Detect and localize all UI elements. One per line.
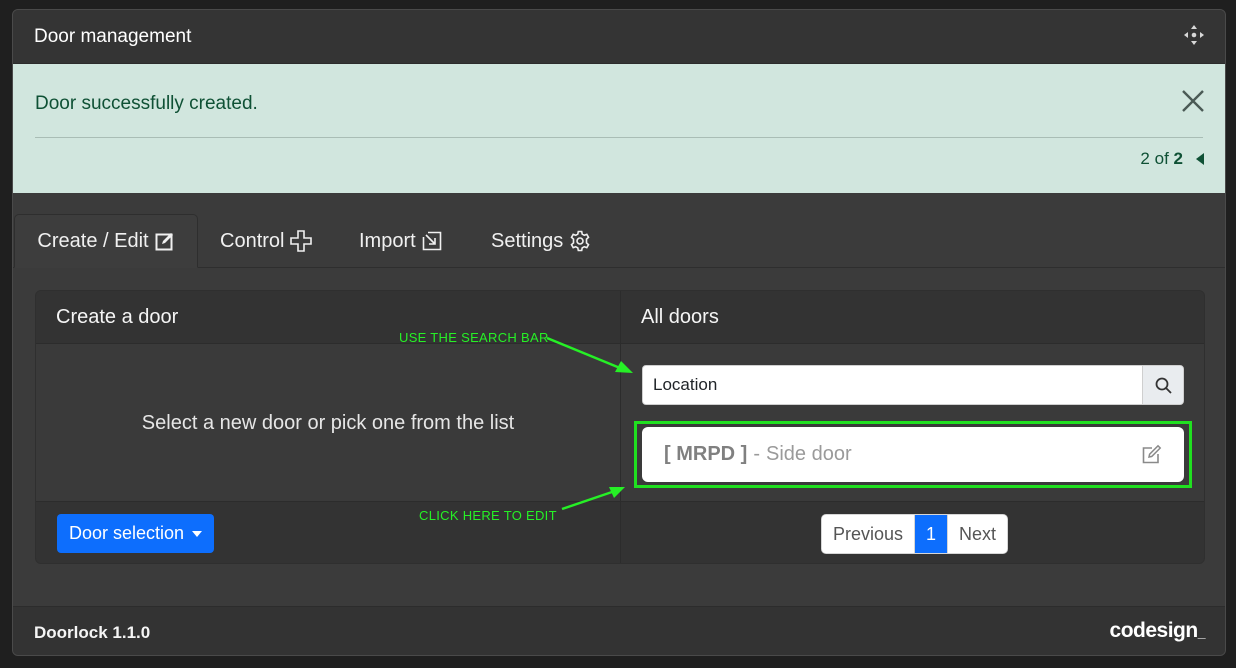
title-bar: Door management — [13, 10, 1225, 64]
control-pad-icon — [290, 230, 313, 252]
alert-divider — [35, 137, 1203, 138]
door-selection-button[interactable]: Door selection — [57, 514, 215, 553]
alert-message: Door successfully created. — [35, 93, 258, 114]
alert-pager: 2 of 2 — [1140, 149, 1183, 168]
all-doors-panel: All doors [ MRPD ] - Side door — [621, 291, 1204, 563]
tab-settings[interactable]: Settings — [491, 214, 591, 268]
edit-hint-annotation: CLICK HERE TO EDIT — [419, 508, 557, 523]
pagination-previous[interactable]: Previous — [822, 515, 915, 553]
brand-logo: codesign_ — [1109, 619, 1206, 642]
all-doors-footer: Previous 1 Next — [621, 501, 1204, 563]
tab-import[interactable]: Import — [359, 214, 442, 268]
door-code: [ MRPD ] — [664, 443, 748, 465]
search-input[interactable] — [643, 366, 1143, 404]
tab-bar: Create / Edit Control Import Settings — [13, 214, 1225, 268]
search-button[interactable] — [1142, 366, 1183, 404]
pagination-page-1[interactable]: 1 — [914, 515, 948, 553]
pagination-next[interactable]: Next — [947, 515, 1008, 553]
door-separator: - — [753, 443, 760, 465]
tab-control[interactable]: Control — [220, 214, 313, 268]
search-bar — [642, 365, 1184, 405]
import-icon — [422, 231, 441, 251]
version-label: Doorlock 1.1.0 — [34, 623, 151, 642]
app-window: Door management Door successfully create… — [12, 9, 1226, 656]
gear-icon — [570, 230, 590, 252]
all-doors-header: All doors — [621, 291, 1204, 344]
door-list-item[interactable]: [ MRPD ] - Side door — [642, 427, 1184, 482]
door-name: Side door — [766, 443, 852, 465]
edit-icon — [155, 233, 173, 251]
caret-down-icon — [192, 530, 203, 537]
alert-prev-icon[interactable] — [1196, 153, 1204, 165]
app-footer: Doorlock 1.1.0 codesign_ — [13, 606, 1225, 655]
close-icon[interactable] — [1181, 89, 1205, 113]
move-icon[interactable] — [1183, 24, 1205, 46]
edit-door-icon[interactable] — [1142, 444, 1162, 464]
success-alert: Door successfully created. 2 of 2 — [13, 64, 1225, 193]
window-title: Door management — [34, 26, 192, 47]
tab-create-edit[interactable]: Create / Edit — [14, 214, 198, 268]
all-doors-body: [ MRPD ] - Side door — [621, 344, 1204, 501]
search-hint-annotation: USE THE SEARCH BAR — [399, 330, 549, 345]
door-editor-card: Create a door Select a new door or pick … — [35, 290, 1205, 564]
pagination: Previous 1 Next — [821, 514, 1009, 554]
empty-state-message: Select a new door or pick one from the l… — [141, 412, 515, 434]
create-door-body: Select a new door or pick one from the l… — [36, 344, 620, 501]
search-icon — [1155, 377, 1172, 394]
all-doors-title: All doors — [641, 306, 719, 328]
create-door-title: Create a door — [56, 306, 179, 328]
